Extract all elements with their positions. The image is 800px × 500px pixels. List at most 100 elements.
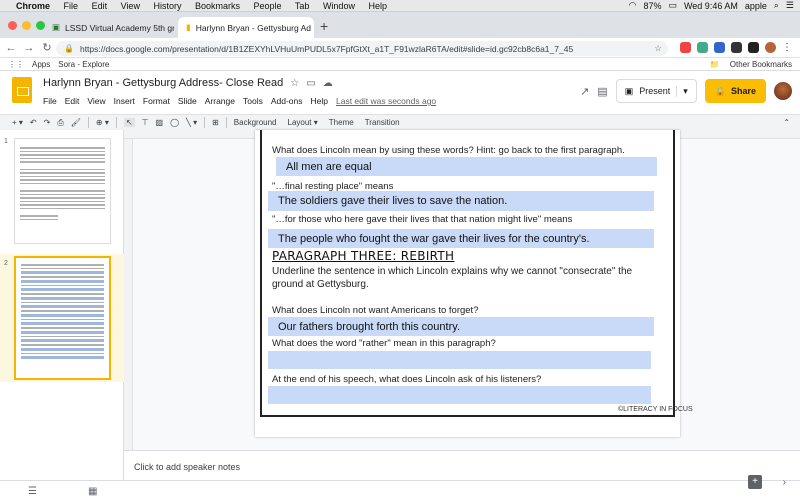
menu-view[interactable]: View — [87, 96, 105, 106]
undo-icon[interactable]: ↶ — [30, 118, 37, 127]
question-text[interactable]: What does the word "rather" mean in this… — [272, 338, 496, 349]
shape-icon[interactable]: ◯ — [170, 118, 179, 127]
redo-icon[interactable]: ↷ — [44, 118, 51, 127]
profile-avatar-icon[interactable] — [765, 42, 776, 53]
slide-thumbnail-1[interactable] — [14, 138, 111, 244]
bookmarks-bar: ⋮⋮ Apps Sora - Explore 📁 Other Bookmarks — [0, 58, 800, 71]
mac-menu-file[interactable]: File — [64, 1, 79, 11]
comment-add-icon[interactable]: ⊞ — [212, 118, 219, 127]
transition-button[interactable]: Transition — [365, 118, 400, 127]
mac-menu-history[interactable]: History — [153, 1, 181, 11]
mac-menu-bookmarks[interactable]: Bookmarks — [195, 1, 240, 11]
menu-insert[interactable]: Insert — [114, 96, 135, 106]
slide-thumbnail-2[interactable] — [14, 256, 111, 380]
star-icon[interactable]: ☆ — [290, 78, 299, 89]
bookmark-apps[interactable]: Apps — [32, 60, 50, 69]
share-button[interactable]: 🔒 Share — [704, 79, 766, 103]
answer-box[interactable]: The soldiers gave their lives to save th… — [268, 191, 654, 211]
expand-panel-icon[interactable]: + — [748, 475, 762, 489]
question-text[interactable]: What does Lincoln not want Americans to … — [272, 305, 478, 316]
menu-format[interactable]: Format — [143, 96, 170, 106]
editing-toolbar: + ▾ ↶ ↷ ⎙ 🖌 ⊕ ▾ ↖ ⊤ ▨ ◯ ╲ ▾ ⊞ Background… — [0, 114, 800, 130]
battery-icon[interactable]: ▭ — [668, 0, 677, 11]
textbox-icon[interactable]: ⊤ — [142, 118, 149, 127]
reload-icon[interactable]: ↻ — [40, 41, 54, 54]
instruction-text[interactable]: ground at Gettysburg. — [272, 279, 369, 290]
menu-list-icon[interactable]: ☰ — [786, 0, 794, 11]
menu-file[interactable]: File — [43, 96, 57, 106]
speaker-notes[interactable]: Click to add speaker notes — [124, 450, 800, 480]
back-icon[interactable]: ← — [4, 42, 18, 54]
wifi-icon[interactable]: ◠ — [629, 0, 637, 11]
background-button[interactable]: Background — [234, 118, 277, 127]
mac-menu-help[interactable]: Help — [368, 1, 387, 11]
tab-lssd[interactable]: ▣ LSSD Virtual Academy 5th gra ✕ — [44, 17, 174, 38]
slides-logo-icon[interactable] — [12, 77, 32, 103]
print-icon[interactable]: ⎙ — [57, 118, 63, 128]
mac-menu-edit[interactable]: Edit — [92, 1, 108, 11]
cloud-status-icon[interactable]: ☁ — [323, 78, 333, 89]
collapse-toolbar-icon[interactable]: ⌃ — [783, 118, 790, 127]
mac-menu-window[interactable]: Window — [323, 1, 355, 11]
extension-icon[interactable] — [697, 42, 708, 53]
layout-button[interactable]: Layout ▾ — [288, 118, 318, 127]
mac-menu-view[interactable]: View — [121, 1, 140, 11]
activity-trend-icon[interactable]: ↗ — [580, 85, 589, 98]
move-folder-icon[interactable]: ▭ — [306, 78, 315, 89]
tab-slides[interactable]: ▮ Harlynn Bryan - Gettysburg Ad ✕ — [178, 17, 314, 38]
more-menu-icon[interactable]: ⋮ — [782, 42, 792, 53]
answer-box[interactable]: The people who fought the war gave their… — [268, 229, 654, 248]
user-name[interactable]: apple — [745, 1, 767, 11]
answer-box-empty[interactable] — [268, 386, 651, 404]
mac-menu-tab[interactable]: Tab — [295, 1, 310, 11]
search-icon[interactable]: ⌕ — [774, 0, 779, 11]
apps-grid-icon[interactable]: ⋮⋮ — [8, 60, 24, 69]
comments-icon[interactable]: ▤ — [597, 85, 607, 98]
clock[interactable]: Wed 9:46 AM — [684, 1, 738, 11]
puzzle-icon[interactable] — [731, 42, 742, 53]
bookmark-sora[interactable]: Sora - Explore — [58, 60, 109, 69]
present-dropdown-icon[interactable]: ▾ — [676, 85, 688, 97]
paint-format-icon[interactable]: 🖌 — [71, 118, 81, 127]
question-text[interactable]: What does Lincoln mean by using these wo… — [272, 145, 625, 156]
image-icon[interactable]: ▨ — [156, 118, 164, 127]
mac-menu-chrome[interactable]: Chrome — [16, 1, 50, 11]
last-edit-link[interactable]: Last edit was seconds ago — [336, 96, 436, 106]
menu-arrange[interactable]: Arrange — [205, 96, 235, 106]
side-panel-toggle-icon[interactable]: › — [783, 477, 786, 488]
present-button[interactable]: ▣ Present ▾ — [615, 79, 697, 103]
menu-addons[interactable]: Add-ons — [271, 96, 303, 106]
answer-box[interactable]: All men are equal — [276, 157, 657, 176]
menu-tools[interactable]: Tools — [243, 96, 263, 106]
bookmark-other[interactable]: 📁 Other Bookmarks — [710, 60, 792, 69]
grid-view-icon[interactable]: ▦ — [88, 486, 97, 497]
question-text[interactable]: "…for those who here gave their lives th… — [272, 214, 572, 225]
doc-title[interactable]: Harlynn Bryan - Gettysburg Address- Clos… — [43, 77, 283, 89]
mac-menu-people[interactable]: People — [254, 1, 282, 11]
new-tab-icon[interactable]: + — [320, 18, 328, 34]
forward-icon[interactable]: → — [22, 42, 36, 54]
section-heading[interactable]: PARAGRAPH THREE: REBIRTH — [272, 249, 454, 263]
theme-button[interactable]: Theme — [329, 118, 354, 127]
minimize-window-icon[interactable] — [22, 21, 31, 30]
answer-box[interactable]: Our fathers brought forth this country. — [268, 317, 654, 336]
line-icon[interactable]: ╲ ▾ — [186, 118, 197, 127]
vertical-ruler[interactable] — [124, 139, 133, 450]
menu-edit[interactable]: Edit — [65, 96, 80, 106]
extension-icon[interactable] — [748, 42, 759, 53]
close-window-icon[interactable] — [8, 21, 17, 30]
menu-slide[interactable]: Slide — [178, 96, 197, 106]
question-text[interactable]: At the end of his speech, what does Linc… — [272, 374, 541, 385]
zoom-icon[interactable]: ⊕ ▾ — [96, 118, 109, 127]
extension-icon[interactable] — [680, 42, 691, 53]
bookmark-star-icon[interactable]: ☆ — [654, 43, 662, 54]
url-field[interactable]: 🔒 https://docs.google.com/presentation/d… — [56, 41, 668, 56]
menu-help[interactable]: Help — [311, 96, 328, 106]
new-slide-icon[interactable]: + ▾ — [12, 118, 23, 127]
select-tool-icon[interactable]: ↖ — [123, 118, 135, 127]
extension-icon[interactable] — [714, 42, 725, 53]
instruction-text[interactable]: Underline the sentence in which Lincoln … — [272, 266, 632, 277]
account-avatar[interactable] — [774, 82, 792, 100]
filmstrip-view-icon[interactable]: ☰ — [28, 486, 37, 497]
answer-box-empty[interactable] — [268, 351, 651, 369]
